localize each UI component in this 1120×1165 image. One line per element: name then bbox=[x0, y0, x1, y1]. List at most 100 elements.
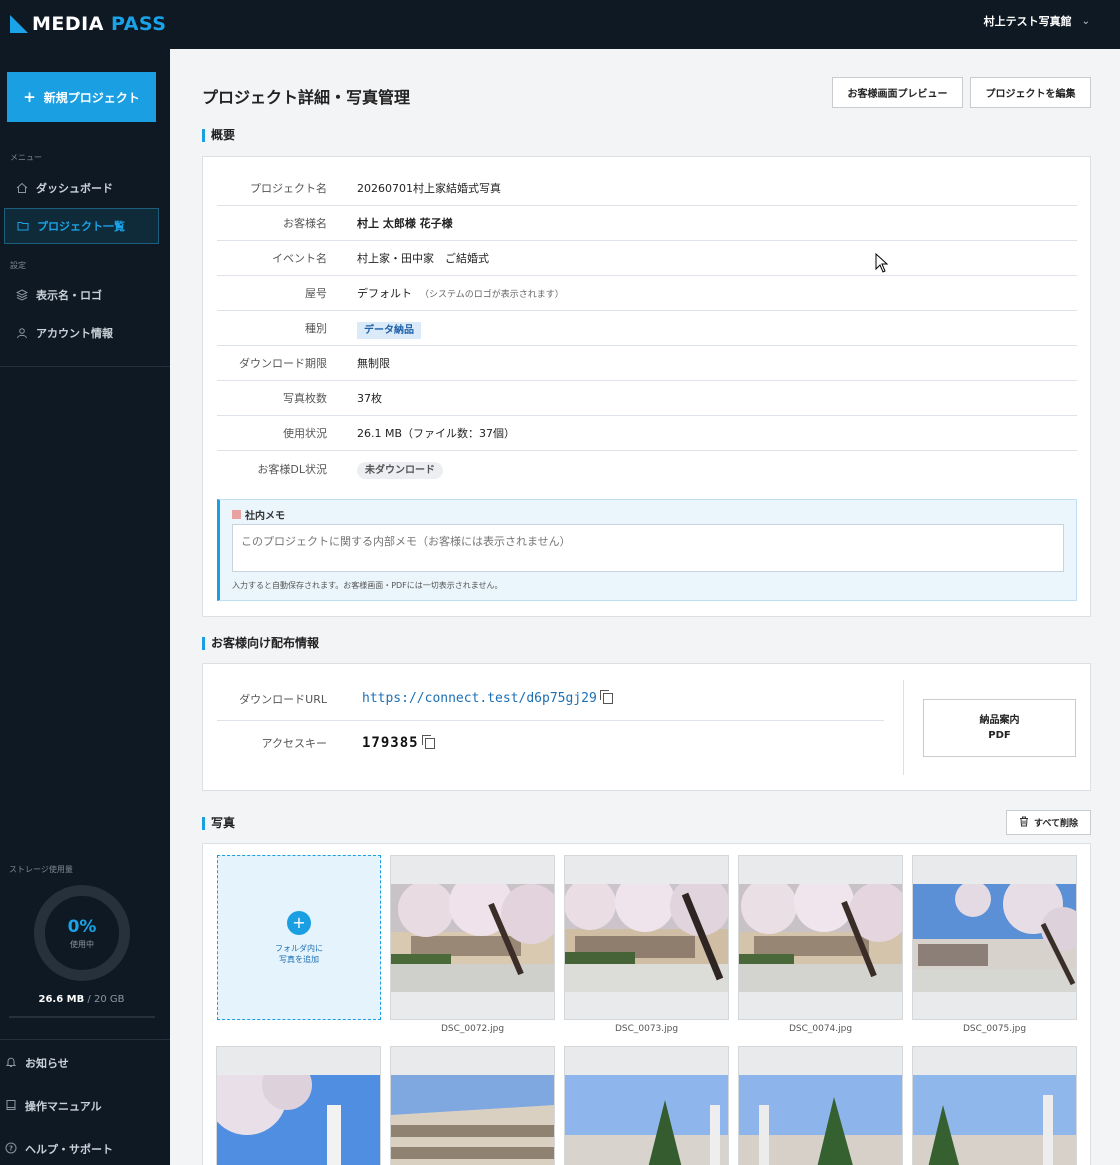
sidebar-item-label: アカウント情報 bbox=[36, 327, 113, 340]
add-photo-tile[interactable]: + フォルダ内に 写真を追加 bbox=[217, 855, 381, 1020]
top-bar: MEDIA PASS 村上テスト写真館 ⌄ bbox=[0, 0, 1120, 49]
edit-project-button[interactable]: プロジェクトを編集 bbox=[970, 77, 1091, 108]
row-value-group: データ納品 bbox=[357, 321, 421, 339]
sidebar-item-manual[interactable]: 操作マニュアル bbox=[5, 1098, 102, 1114]
storage-total: / 20 GB bbox=[84, 994, 125, 1005]
layers-icon bbox=[16, 289, 28, 301]
sidebar-divider bbox=[0, 1039, 170, 1040]
sidebar-item-label: プロジェクト一覧 bbox=[37, 220, 125, 233]
memo-title-label: 社内メモ bbox=[245, 511, 285, 522]
memo-help-text: 入力すると自動保存されます。お客様画面・PDFには一切表示されません。 bbox=[232, 581, 503, 590]
photo-thumbnail[interactable] bbox=[912, 1046, 1077, 1165]
copy-key-icon[interactable] bbox=[421, 734, 435, 749]
chevron-down-icon: ⌄ bbox=[1081, 15, 1090, 27]
user-icon bbox=[16, 327, 28, 339]
key-label: アクセスキー bbox=[261, 737, 327, 750]
add-photo-label: フォルダ内に 写真を追加 bbox=[275, 943, 323, 965]
plus-icon: + bbox=[23, 88, 36, 106]
sidebar-divider bbox=[0, 366, 170, 367]
row-label: お客様DL状況 bbox=[257, 462, 327, 476]
photo-thumbnail[interactable] bbox=[912, 855, 1077, 1020]
row-label: お客様名 bbox=[283, 217, 327, 230]
sidebar-item-label: 表示名・ロゴ bbox=[36, 289, 102, 302]
sidebar-item-dashboard[interactable]: ダッシュボード bbox=[4, 170, 159, 206]
memo-title: 社内メモ bbox=[232, 507, 285, 522]
pdf-button-line1: 納品案内 bbox=[979, 715, 1020, 726]
photo-thumbnail[interactable] bbox=[564, 1046, 729, 1165]
photo-thumbnail[interactable] bbox=[564, 855, 729, 1020]
new-project-button[interactable]: + 新規プロジェクト bbox=[7, 72, 156, 122]
photo-filename: DSC_0072.jpg bbox=[440, 1024, 505, 1034]
mouse-cursor-icon bbox=[875, 252, 889, 276]
row-value: 村上家・田中家 ご結婚式 bbox=[357, 252, 489, 265]
sidebar-item-news[interactable]: お知らせ bbox=[5, 1055, 69, 1071]
studio-menu[interactable]: 村上テスト写真館 ⌄ bbox=[984, 13, 1090, 29]
help-icon: ? bbox=[5, 1142, 17, 1157]
row-value: 37枚 bbox=[357, 392, 382, 405]
photo-image bbox=[391, 884, 554, 992]
photo-thumbnail[interactable] bbox=[216, 1046, 381, 1165]
row-label: 屋号 bbox=[305, 287, 327, 300]
detail-row: ダウンロード期限 無制限 bbox=[217, 346, 1077, 381]
photo-image bbox=[565, 884, 728, 992]
row-label: イベント名 bbox=[272, 252, 327, 265]
distribution-heading: お客様向け配布情報 bbox=[202, 637, 319, 650]
internal-memo: 社内メモ 入力すると自動保存されます。お客様画面・PDFには一切表示されません。 bbox=[217, 499, 1077, 601]
detail-row: 屋号 デフォルト （システムのロゴが表示されます） bbox=[217, 276, 1077, 311]
overview-heading: 概要 bbox=[202, 129, 235, 142]
photos-heading: 写真 bbox=[202, 817, 235, 830]
photo-thumbnail[interactable] bbox=[738, 855, 903, 1020]
photo-image bbox=[913, 1075, 1076, 1165]
photo-image bbox=[913, 884, 1076, 992]
sidebar-item-account[interactable]: アカウント情報 bbox=[4, 315, 159, 351]
storage-donut: 0% 使用中 bbox=[34, 885, 130, 981]
sidebar-item-label: お知らせ bbox=[25, 1057, 69, 1070]
status-badge: 未ダウンロード bbox=[357, 462, 443, 479]
row-label: ダウンロード期限 bbox=[239, 357, 327, 370]
delete-all-button[interactable]: すべて削除 bbox=[1006, 810, 1091, 835]
url-label: ダウンロードURL bbox=[239, 692, 327, 706]
photo-image bbox=[217, 1075, 380, 1165]
storage-value: 26.6 MB / 20 GB bbox=[0, 994, 163, 1005]
photo-thumbnail[interactable] bbox=[738, 1046, 903, 1165]
download-url-link[interactable]: https://connect.test/d6p75gj29 bbox=[362, 691, 597, 706]
detail-row: イベント名 村上家・田中家 ご結婚式 bbox=[217, 241, 1077, 276]
customer-preview-button[interactable]: お客様画面プレビュー bbox=[832, 77, 963, 108]
book-icon bbox=[5, 1099, 17, 1114]
logo-mark-icon bbox=[10, 15, 28, 33]
photo-image bbox=[739, 884, 902, 992]
sidebar: + 新規プロジェクト メニュー ダッシュボード プロジェクト一覧 設定 表示名・… bbox=[0, 49, 170, 1165]
overview-card: プロジェクト名 20260701村上家結婚式写真 お客様名 村上 太郎様 花子様… bbox=[202, 156, 1091, 617]
sidebar-item-label: ヘルプ・サポート bbox=[25, 1143, 113, 1156]
access-key-row: アクセスキー 179385 bbox=[217, 721, 884, 765]
row-value: 26.1 MB（ファイル数：37個） bbox=[357, 427, 516, 440]
storage-label: ストレージ使用量 bbox=[9, 865, 73, 874]
add-photo-line1: フォルダ内に bbox=[275, 943, 323, 953]
delete-all-label: すべて削除 bbox=[1033, 819, 1078, 829]
copy-url-icon[interactable] bbox=[599, 690, 613, 704]
row-value: 20260701村上家結婚式写真 bbox=[357, 182, 501, 195]
logo-text-main: MEDIA bbox=[32, 13, 112, 35]
detail-row: お客様DL状況 未ダウンロード bbox=[217, 451, 1077, 486]
photo-filename: DSC_0075.jpg bbox=[962, 1024, 1027, 1034]
photo-filename: DSC_0074.jpg bbox=[788, 1024, 853, 1034]
trash-icon bbox=[1019, 816, 1029, 830]
memo-textarea[interactable] bbox=[232, 524, 1064, 572]
delivery-pdf-button[interactable]: 納品案内 PDF bbox=[923, 699, 1076, 757]
photo-thumbnail[interactable] bbox=[390, 855, 555, 1020]
storage-using-label: 使用中 bbox=[70, 939, 94, 949]
bell-icon bbox=[5, 1056, 17, 1071]
memo-pad-icon bbox=[232, 510, 241, 519]
detail-row: お客様名 村上 太郎様 花子様 bbox=[217, 206, 1077, 241]
row-note: （システムのロゴが表示されます） bbox=[420, 290, 564, 300]
storage-bar bbox=[9, 1016, 155, 1018]
sidebar-item-label: ダッシュボード bbox=[36, 182, 113, 195]
row-label: 使用状況 bbox=[283, 427, 327, 440]
pdf-button-line2: PDF bbox=[988, 730, 1011, 741]
photo-thumbnail[interactable] bbox=[390, 1046, 555, 1165]
sidebar-item-display-logo[interactable]: 表示名・ロゴ bbox=[4, 277, 159, 313]
sidebar-item-projects[interactable]: プロジェクト一覧 bbox=[4, 208, 159, 244]
app-logo[interactable]: MEDIA PASS bbox=[10, 13, 166, 35]
sidebar-item-help[interactable]: ? ヘルプ・サポート bbox=[5, 1141, 113, 1157]
row-label: 写真枚数 bbox=[283, 392, 327, 405]
